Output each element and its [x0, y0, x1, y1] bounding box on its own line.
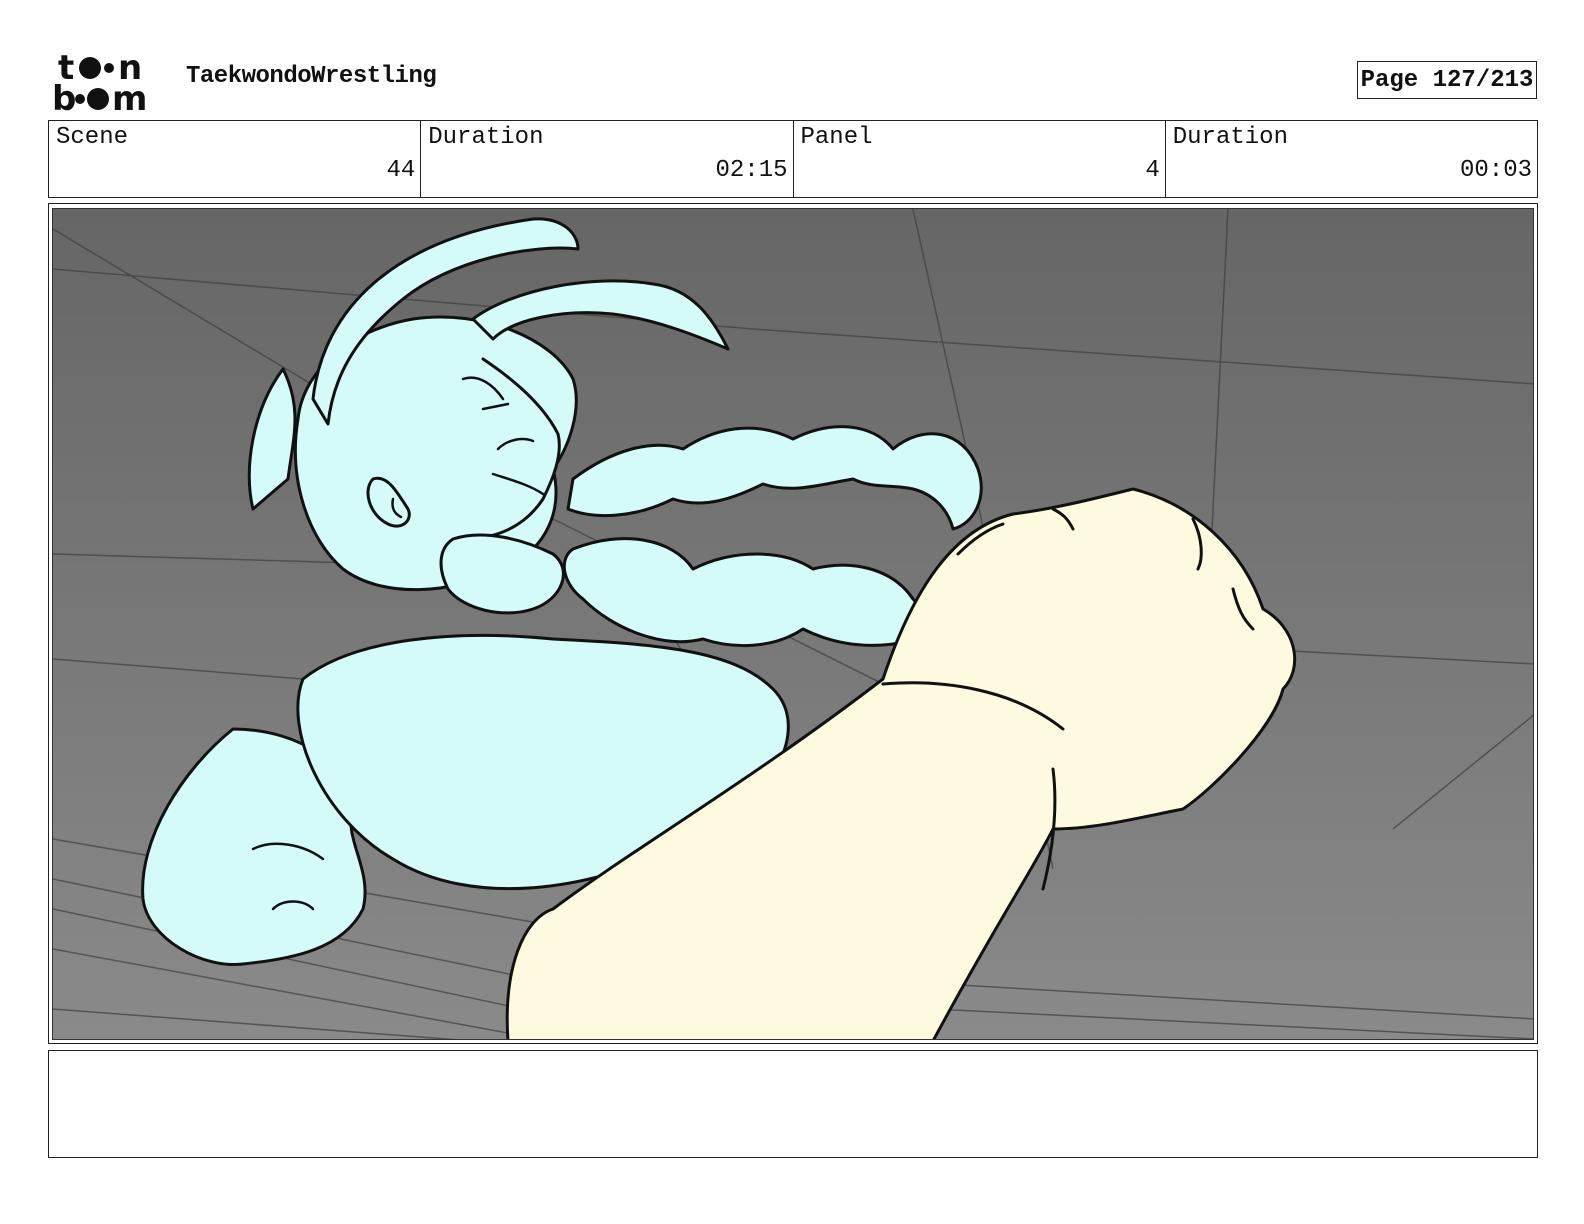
- panel-value: 4: [1145, 157, 1160, 184]
- toon-boom-logo: t n b m: [52, 50, 147, 114]
- panel-duration-value: 00:03: [1459, 157, 1532, 184]
- storyboard-panel-image: [52, 208, 1534, 1040]
- panel-label: Panel: [800, 124, 873, 151]
- scene-cell: Scene 44: [49, 121, 422, 197]
- panel-cell: Panel 4: [794, 121, 1166, 197]
- scene-info-row: Scene 44 Duration 02:15 Panel 4 Duration…: [48, 120, 1538, 198]
- scene-duration-value: 02:15: [715, 157, 788, 184]
- scene-label: Scene: [56, 124, 129, 151]
- project-title: TaekwondoWrestling: [186, 63, 437, 90]
- svg-text:b: b: [52, 79, 76, 114]
- svg-text:m: m: [112, 79, 147, 114]
- scene-duration-cell: Duration 02:15: [421, 121, 794, 197]
- scene-duration-label: Duration: [428, 124, 544, 151]
- panel-duration-label: Duration: [1172, 124, 1288, 151]
- scene-value: 44: [386, 157, 416, 184]
- page-number: Page 127/213: [1357, 61, 1537, 99]
- panel-notes-box: [48, 1050, 1538, 1158]
- panel-duration-cell: Duration 00:03: [1166, 121, 1537, 197]
